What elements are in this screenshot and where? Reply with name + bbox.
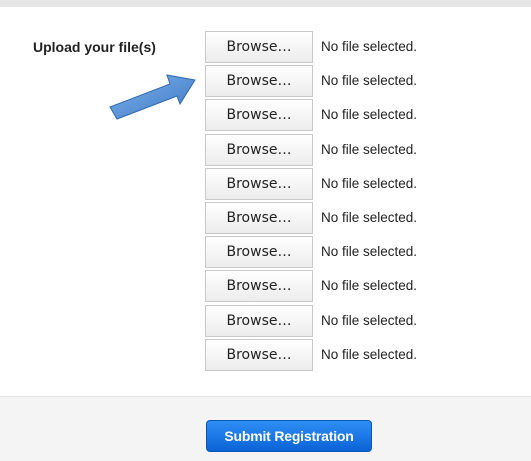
browse-button[interactable]: Browse… bbox=[205, 133, 313, 166]
file-status-text: No file selected. bbox=[321, 209, 418, 225]
file-status-text: No file selected. bbox=[321, 312, 418, 328]
browse-button[interactable]: Browse… bbox=[205, 270, 313, 303]
file-status-text: No file selected. bbox=[321, 73, 418, 89]
browse-button[interactable]: Browse… bbox=[205, 201, 313, 234]
top-divider bbox=[0, 0, 531, 7]
browse-button[interactable]: Browse… bbox=[205, 65, 313, 98]
browse-button[interactable]: Browse… bbox=[205, 167, 313, 200]
pointer-arrow-icon bbox=[109, 74, 196, 120]
browse-button[interactable]: Browse… bbox=[205, 304, 313, 337]
file-status-text: No file selected. bbox=[321, 244, 418, 260]
file-status-text: No file selected. bbox=[321, 107, 418, 123]
form-footer: Submit Registration bbox=[0, 396, 531, 461]
upload-files-label: Upload your file(s) bbox=[33, 39, 156, 55]
file-status-text: No file selected. bbox=[321, 175, 418, 191]
browse-button[interactable]: Browse… bbox=[205, 31, 313, 63]
file-status-text: No file selected. bbox=[321, 346, 418, 362]
file-status-text: No file selected. bbox=[321, 141, 418, 157]
file-status-text: No file selected. bbox=[321, 39, 418, 54]
browse-button[interactable]: Browse… bbox=[205, 99, 313, 132]
browse-button[interactable]: Browse… bbox=[205, 338, 313, 371]
submit-registration-button[interactable]: Submit Registration bbox=[206, 420, 372, 452]
file-status-text: No file selected. bbox=[321, 278, 418, 294]
browse-button[interactable]: Browse… bbox=[205, 236, 313, 269]
